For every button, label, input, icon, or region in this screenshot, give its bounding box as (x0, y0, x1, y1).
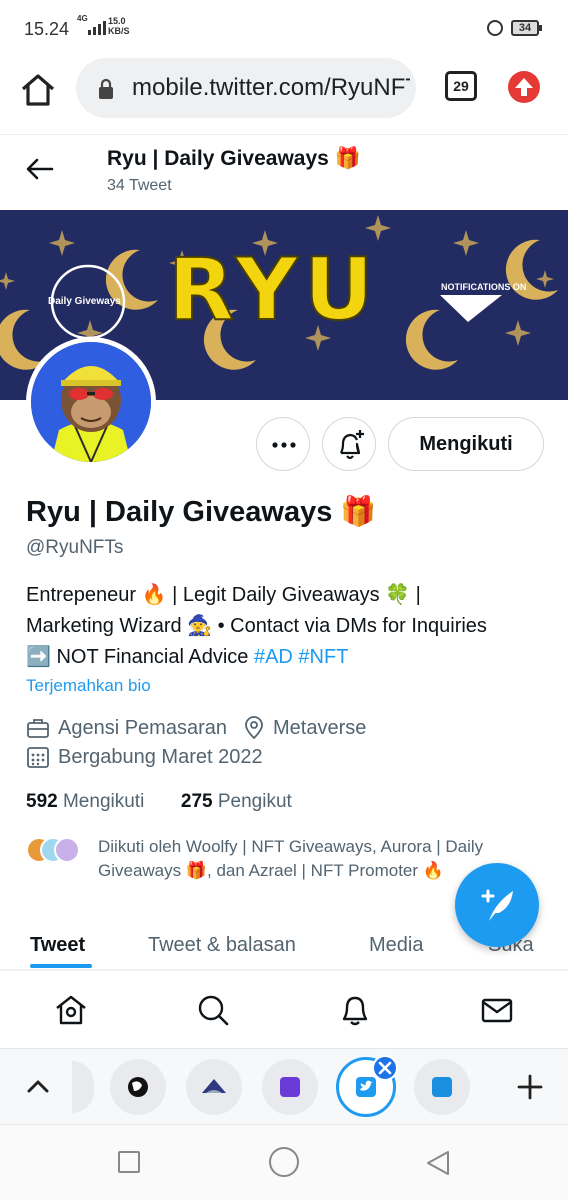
notifications-subscribe-button[interactable] (322, 417, 376, 471)
header-name: Ryu | Daily Giveaways 🎁 (107, 147, 361, 170)
profile-meta-row: Agensi Pemasaran Metaverse (26, 716, 366, 740)
speed-value: 15.0 (108, 16, 126, 26)
compose-tweet-button[interactable] (455, 863, 539, 947)
active-tab-indicator (30, 964, 92, 968)
profile-name: Ryu | Daily Giveaways 🎁 (26, 496, 377, 528)
tab-tweets[interactable]: Tweet (30, 934, 85, 957)
system-navigation-bar (0, 1124, 568, 1200)
calendar-icon (27, 747, 49, 768)
header-tweet-count: 34 Tweet (107, 177, 172, 194)
home-icon[interactable] (54, 993, 88, 1027)
tab-tweets-replies[interactable]: Tweet & balasan (148, 934, 296, 957)
profile-category: Agensi Pemasaran (58, 716, 227, 739)
chevron-up-icon[interactable] (24, 1073, 52, 1099)
address-bar[interactable]: mobile.twitter.com/RyuNFTs (76, 58, 416, 118)
browser-tab-strip (0, 1048, 568, 1124)
compose-feather-icon (481, 889, 513, 921)
twitter-bottom-nav (0, 970, 568, 1048)
profile-joined-row: Bergabung Maret 2022 (26, 745, 263, 769)
more-dots-icon (272, 442, 296, 448)
ape-avatar-image (31, 342, 151, 462)
back-arrow-icon[interactable] (24, 157, 56, 181)
tab-switcher-button[interactable]: 29 (445, 71, 477, 101)
following-label: Mengikuti (62, 791, 145, 812)
profile-bio: Entrepeneur 🔥 | Legit Daily Giveaways 🍀 … (26, 580, 556, 673)
briefcase-icon (27, 719, 49, 738)
following-link[interactable]: 592 Mengikuti (26, 791, 144, 812)
followers-link[interactable]: 275 Pengikut (181, 791, 292, 812)
profile-avatar[interactable] (26, 337, 156, 467)
arrow-up-icon (515, 78, 533, 96)
system-home-button[interactable] (269, 1147, 299, 1177)
browser-update-button[interactable] (508, 71, 540, 103)
plus-icon[interactable] (516, 1073, 544, 1101)
speed-unit: KB/S (108, 26, 130, 36)
banner-title: RYU (167, 239, 380, 341)
messages-icon[interactable] (480, 993, 514, 1027)
followed-by-avatars (26, 837, 82, 867)
status-bar: 15.24 4G 15.0 KB/S 34 (0, 0, 568, 58)
tab-thumbnail[interactable] (262, 1059, 318, 1115)
network-speed: 15.0 KB/S (108, 16, 130, 36)
following-count: 592 (26, 791, 58, 812)
list-icon (280, 1077, 300, 1097)
profile-header: Ryu | Daily Giveaways 🎁 34 Tweet (0, 134, 568, 210)
browser-toolbar: mobile.twitter.com/RyuNFTs 29 (0, 58, 568, 128)
close-tab-button[interactable] (372, 1055, 398, 1081)
tab-thumbnail[interactable] (186, 1059, 242, 1115)
bio-line-3: ➡️ NOT Financial Advice #AD #NFT (26, 642, 556, 673)
system-back-icon[interactable] (424, 1149, 452, 1177)
tab-media[interactable]: Media (369, 934, 423, 957)
profile-location: Metaverse (272, 716, 367, 739)
ape-icon (202, 1079, 226, 1093)
following-button[interactable]: Mengikuti (388, 417, 544, 471)
bio-line-3-text: ➡️ NOT Financial Advice (26, 646, 254, 668)
banner-right-label: NOTIFICATIONS ON (441, 282, 527, 292)
search-icon[interactable] (196, 993, 230, 1027)
signal-icon (88, 21, 106, 35)
globe-icon (128, 1077, 148, 1097)
close-icon (378, 1061, 392, 1075)
bio-line-1: Entrepeneur 🔥 | Legit Daily Giveaways 🍀 … (26, 584, 421, 606)
recent-apps-button[interactable] (118, 1151, 140, 1173)
followers-count: 275 (180, 791, 213, 812)
tab-thumbnail[interactable] (110, 1059, 166, 1115)
more-options-button[interactable] (256, 417, 310, 471)
bio-line-2: Marketing Wizard 🧙 • Contact via DMs for… (26, 615, 487, 637)
follower-avatar (54, 837, 80, 863)
hashtag-nft[interactable]: #NFT (298, 646, 348, 668)
location-pin-icon (245, 716, 263, 740)
notifications-icon[interactable] (338, 993, 372, 1027)
translate-bio-link[interactable]: Terjemahkan bio (26, 676, 151, 696)
hashtag-ad[interactable]: #AD (254, 646, 293, 668)
followers-label: Pengikut (217, 791, 292, 812)
status-time: 15.24 (24, 19, 70, 39)
browser-home-icon[interactable] (18, 70, 58, 110)
follow-stats: 592 Mengikuti 275 Pengikut (26, 791, 292, 813)
url-text[interactable]: mobile.twitter.com/RyuNFTs (132, 74, 410, 102)
network-type: 4G (77, 14, 88, 23)
profile-joined-date: Bergabung Maret 2022 (58, 745, 263, 768)
tab-thumbnail[interactable] (414, 1059, 470, 1115)
banner-left-label: Daily Giveways (48, 296, 121, 307)
battery-icon: 34 (511, 20, 542, 36)
bell-plus-icon (340, 430, 364, 460)
twitter-icon (356, 1077, 376, 1097)
tab-thumbnail-partial[interactable] (72, 1061, 94, 1113)
amazon-icon (432, 1077, 452, 1097)
rotation-lock-icon (487, 20, 503, 36)
lock-icon (99, 78, 113, 99)
profile-handle: @RyuNFTs (26, 537, 124, 558)
